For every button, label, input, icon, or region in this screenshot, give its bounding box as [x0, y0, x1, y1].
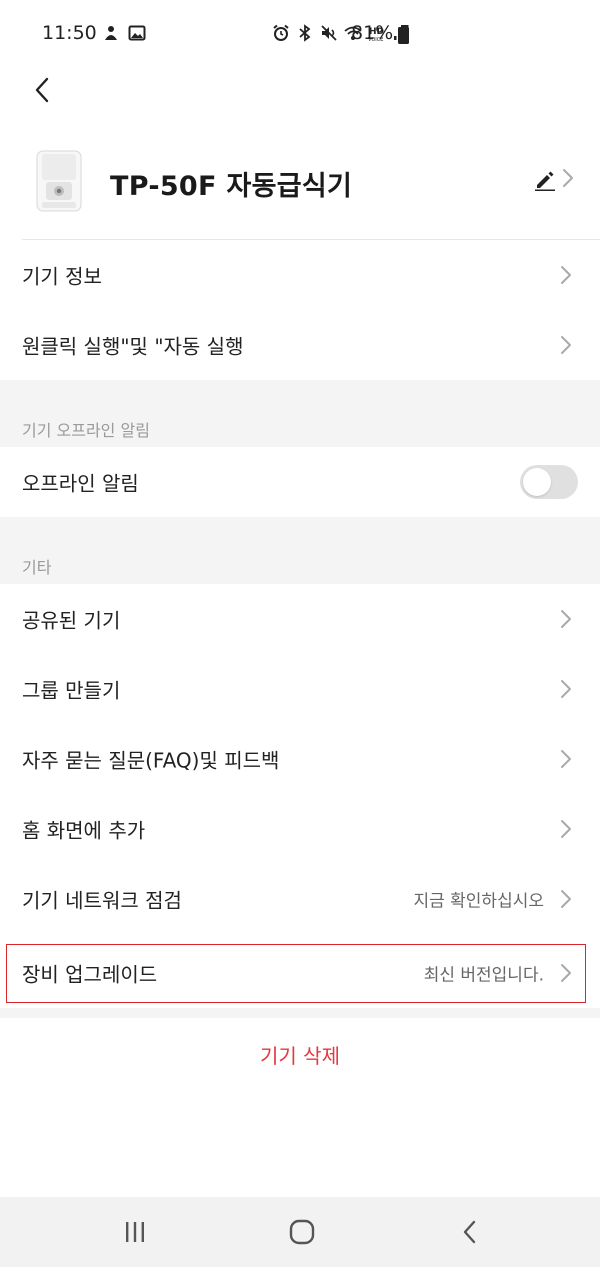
row-value: 지금 확인하십시오: [413, 891, 544, 912]
section-title: 기기 오프라인 알림: [22, 421, 150, 440]
row-label: 기기 정보: [22, 264, 102, 289]
automation-row[interactable]: 원클릭 실행"및 "자동 실행: [0, 310, 600, 380]
gallery-icon: [128, 25, 146, 41]
firmware-upgrade-row[interactable]: 장비 업그레이드 최신 버전입니다.: [0, 938, 600, 1008]
status-bar: 11:50 HD VOICE 81%: [0, 0, 600, 70]
chevron-right-icon: [560, 609, 572, 629]
chevron-right-icon: [560, 335, 572, 355]
section-offline-header: 기기 오프라인 알림: [0, 380, 600, 447]
pencil-icon[interactable]: [534, 169, 556, 191]
battery-percent: 81%: [351, 22, 394, 44]
chevron-right-icon: [560, 679, 572, 699]
pet-feeder-image: [36, 150, 82, 212]
row-label: 홈 화면에 추가: [22, 818, 146, 843]
row-label: 공유된 기기: [22, 608, 121, 633]
chevron-right-icon: [560, 749, 572, 769]
recents-icon: [126, 1222, 144, 1242]
notification-app-icon: [105, 26, 117, 40]
mute-icon: [321, 25, 337, 41]
home-button[interactable]: [262, 1197, 342, 1267]
offline-alert-row: 오프라인 알림: [0, 447, 600, 517]
network-check-row[interactable]: 기기 네트워크 점검 지금 확인하십시오: [0, 864, 600, 934]
row-label: 그룹 만들기: [22, 678, 121, 703]
recents-button[interactable]: [95, 1197, 175, 1267]
battery-icon: [398, 25, 409, 44]
toggle-knob: [523, 468, 551, 496]
back-icon: [463, 1220, 476, 1244]
chevron-right-icon: [562, 168, 574, 188]
delete-device-label: 기기 삭제: [260, 1043, 340, 1068]
status-time: 11:50: [42, 22, 97, 44]
section-title: 기타: [22, 558, 52, 577]
home-icon: [289, 1219, 315, 1245]
row-value: 최신 버전입니다.: [423, 965, 544, 986]
back-nav-button[interactable]: [430, 1197, 510, 1267]
offline-alert-toggle[interactable]: [520, 465, 578, 499]
chevron-right-icon: [560, 265, 572, 285]
chevron-right-icon: [560, 889, 572, 909]
alarm-icon: [273, 24, 289, 41]
chevron-right-icon: [560, 963, 572, 983]
faq-feedback-row[interactable]: 자주 묻는 질문(FAQ)및 피드백: [0, 724, 600, 794]
device-info-row[interactable]: 기기 정보: [0, 240, 600, 310]
back-button[interactable]: [24, 70, 60, 110]
row-label: 원클릭 실행"및 "자동 실행: [22, 334, 244, 359]
section-other-header: 기타: [0, 517, 600, 584]
row-label: 자주 묻는 질문(FAQ)및 피드백: [22, 748, 280, 773]
create-group-row[interactable]: 그룹 만들기: [0, 654, 600, 724]
chevron-left-icon: [35, 77, 49, 103]
system-nav-bar: [0, 1197, 600, 1267]
row-label: 장비 업그레이드: [22, 962, 158, 987]
status-left-icons: [102, 24, 146, 42]
delete-device-button[interactable]: 기기 삭제: [0, 1018, 600, 1090]
device-header[interactable]: TP-50F 자동급식기: [0, 140, 600, 240]
section-gap: [0, 1008, 600, 1018]
row-label: 오프라인 알림: [22, 471, 139, 496]
row-label: 기기 네트워크 점검: [22, 888, 182, 913]
bluetooth-icon: [299, 24, 311, 42]
shared-devices-row[interactable]: 공유된 기기: [0, 584, 600, 654]
device-title: TP-50F 자동급식기: [110, 171, 353, 202]
chevron-right-icon: [560, 819, 572, 839]
add-to-home-row[interactable]: 홈 화면에 추가: [0, 794, 600, 864]
